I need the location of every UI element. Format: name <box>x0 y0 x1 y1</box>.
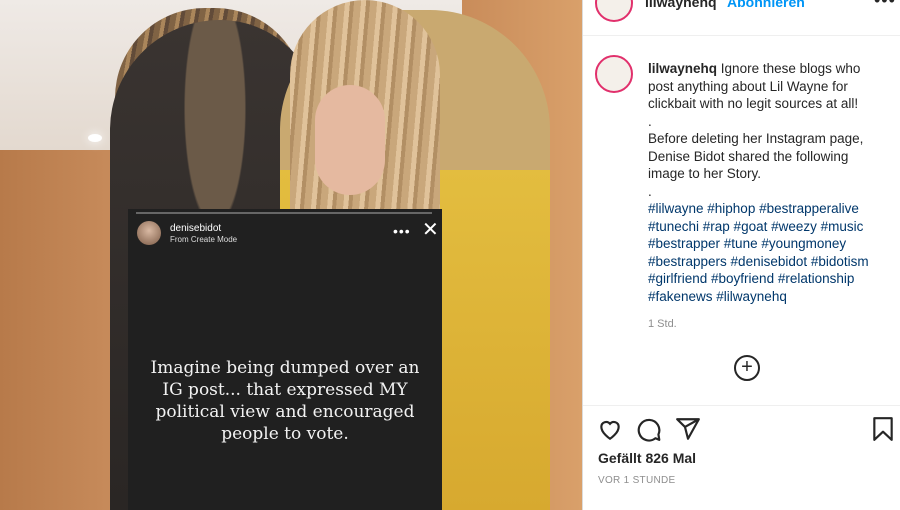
header-avatar[interactable] <box>595 0 633 22</box>
story-screenshot: denisebidot From Create Mode ••• ✕ Imagi… <box>128 209 442 510</box>
caption-username[interactable]: lilwaynehq <box>648 61 717 76</box>
divider <box>583 35 900 36</box>
story-username: denisebidot <box>170 223 222 234</box>
story-progress-bar <box>136 212 432 214</box>
divider <box>583 405 900 406</box>
heart-icon[interactable] <box>597 416 623 442</box>
caption-dot: . <box>648 183 652 199</box>
post-side-panel: lilwaynehq Abonnieren ••• lilwaynehq Ign… <box>582 0 900 510</box>
share-icon[interactable] <box>675 416 701 442</box>
header-username[interactable]: lilwaynehq <box>645 0 717 10</box>
ceiling-light <box>88 134 102 142</box>
post-photo[interactable]: denisebidot From Create Mode ••• ✕ Imagi… <box>0 0 582 510</box>
likes-count[interactable]: Gefällt 826 Mal <box>598 450 696 466</box>
more-options-icon[interactable]: ••• <box>874 0 896 11</box>
story-close-icon: ✕ <box>422 219 439 241</box>
caption-dot: . <box>648 113 652 129</box>
add-comment-icon[interactable]: + <box>734 355 760 381</box>
caption-line2: Before deleting her Instagram page, Deni… <box>648 131 864 181</box>
story-subtitle: From Create Mode <box>170 235 238 244</box>
caption-hashtags[interactable]: #lilwayne #hiphop #bestrapperalive #tune… <box>648 201 869 304</box>
caption-time: 1 Std. <box>648 318 677 330</box>
story-more-icon: ••• <box>393 223 411 239</box>
posted-ago: VOR 1 STUNDE <box>598 475 676 486</box>
comment-icon[interactable] <box>636 416 662 442</box>
wall-left <box>0 150 120 510</box>
caption: lilwaynehq Ignore these blogs who post a… <box>648 60 888 305</box>
follow-button[interactable]: Abonnieren <box>727 0 805 10</box>
story-text: Imagine being dumped over an IG post... … <box>150 358 420 444</box>
hand <box>315 85 385 195</box>
bookmark-icon[interactable] <box>870 416 896 442</box>
story-avatar <box>137 221 161 245</box>
caption-avatar[interactable] <box>595 55 633 93</box>
